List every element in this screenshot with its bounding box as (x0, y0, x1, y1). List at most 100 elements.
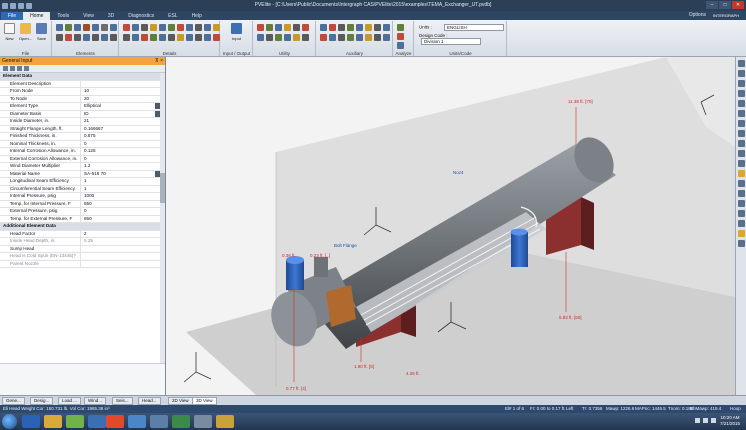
property-row[interactable]: Inside Diameter, in. 21 (0, 117, 161, 126)
design-code-dropdown[interactable]: Division 1 (421, 38, 481, 45)
view-rotate-icon[interactable] (738, 80, 745, 87)
explorer-icon[interactable] (44, 415, 62, 428)
media-icon[interactable] (66, 415, 84, 428)
weight-icon[interactable] (141, 24, 148, 31)
skirt-icon[interactable] (101, 24, 108, 31)
property-row[interactable]: Parent Nozzle (0, 260, 161, 269)
property-value[interactable]: 0.125 (80, 147, 161, 156)
view-back-icon[interactable] (738, 110, 745, 117)
tab-wind[interactable]: Wind... (84, 397, 107, 405)
property-row[interactable]: From Node 10 (0, 87, 161, 96)
property-value[interactable]: 1 (80, 177, 161, 186)
tab-help[interactable]: Help (185, 12, 209, 20)
aux-nozzle-icon[interactable] (320, 24, 327, 31)
aux-flange-icon[interactable] (329, 24, 336, 31)
move-icon[interactable] (101, 34, 108, 41)
property-row[interactable]: Sump Head (0, 245, 161, 254)
cylinder-icon[interactable] (56, 24, 63, 31)
view-right-icon[interactable] (738, 150, 745, 157)
units-dropdown[interactable]: ENGLISH (444, 24, 505, 31)
property-value[interactable]: 650 (80, 200, 161, 209)
view-pan-icon[interactable] (738, 70, 745, 77)
property-value[interactable]: 1 (80, 185, 161, 194)
property-value[interactable]: 0 (80, 155, 161, 164)
tab-2d-view[interactable]: 2D View (168, 397, 193, 405)
save-button[interactable]: Save (34, 23, 49, 47)
force-icon[interactable] (123, 34, 130, 41)
body-flange-icon[interactable] (92, 24, 99, 31)
delete-icon[interactable] (65, 34, 72, 41)
aux-base-icon[interactable] (365, 24, 372, 31)
property-value[interactable]: 21 (80, 117, 161, 126)
detail-move-icon[interactable] (204, 34, 211, 41)
tab-esl[interactable]: ESL (161, 12, 184, 20)
vessel-3d-model[interactable]: 11.38 ft. [70] Noz4 Bolt Flange 0.23 ft.… (166, 57, 735, 395)
insulation-icon[interactable] (204, 24, 211, 31)
aux-ring-icon[interactable] (365, 34, 372, 41)
output-icon[interactable] (397, 42, 404, 49)
platform-icon[interactable] (150, 24, 157, 31)
property-row[interactable]: Head is Cold Spun (EN-13445)? (0, 252, 161, 261)
tab-load[interactable]: Load ... (58, 397, 82, 405)
minimize-button[interactable]: – (706, 1, 718, 9)
close-button[interactable]: ✕ (732, 1, 744, 9)
tab-head[interactable]: Head... (138, 397, 161, 405)
aux-leg-icon[interactable] (374, 24, 381, 31)
insert-icon[interactable] (56, 34, 63, 41)
property-value[interactable]: 1000 (80, 192, 161, 201)
property-row[interactable]: Head Factor 2 (0, 230, 161, 239)
view-print-icon[interactable] (738, 240, 745, 247)
tab-file[interactable]: File (1, 12, 24, 20)
halfpipe-icon[interactable] (132, 34, 139, 41)
network-icon[interactable] (128, 415, 146, 428)
tab-general-input[interactable]: Gene... (2, 397, 25, 405)
aux-thick-icon[interactable] (347, 34, 354, 41)
detail-delete-icon[interactable] (186, 34, 193, 41)
view-wire-icon[interactable] (738, 180, 745, 187)
panel-prev-icon[interactable] (10, 66, 15, 71)
property-value[interactable]: Elliptical (80, 102, 161, 111)
chrome-icon[interactable] (106, 415, 124, 428)
report-icon[interactable] (293, 24, 300, 31)
pvelite-taskbar-icon[interactable] (216, 415, 234, 428)
start-button[interactable] (2, 414, 17, 429)
flip-icon[interactable] (83, 34, 90, 41)
view-lock-icon[interactable] (738, 230, 745, 237)
options-menu[interactable]: Options (689, 12, 706, 18)
view-hidden-icon[interactable] (738, 200, 745, 207)
lining-icon[interactable] (213, 24, 220, 31)
tab-3d-view[interactable]: 3D View (192, 397, 217, 405)
tab-3d[interactable]: 3D (101, 12, 121, 20)
detail-edit-icon[interactable] (177, 34, 184, 41)
calc-icon[interactable] (257, 24, 264, 31)
ie-icon[interactable] (22, 415, 40, 428)
view-shade-icon[interactable] (738, 190, 745, 197)
aux-lug-icon[interactable] (383, 24, 390, 31)
analyze-icon[interactable] (397, 24, 404, 31)
property-row[interactable]: Internal Pressure, psig 1000 (0, 192, 161, 201)
panel-pin-close-icon[interactable]: ⊼ × (155, 57, 163, 65)
view-left-icon[interactable] (738, 140, 745, 147)
panel-scrollbar[interactable] (160, 73, 165, 395)
property-value[interactable] (80, 260, 161, 269)
tab-diagnostics[interactable]: Diagnostics (121, 12, 161, 20)
property-row[interactable]: Material Name SA-516 70 (0, 170, 161, 179)
list-icon[interactable] (110, 34, 117, 41)
detail-check-icon[interactable] (213, 34, 220, 41)
expansion-icon[interactable] (159, 34, 166, 41)
nozzle-icon[interactable] (132, 24, 139, 31)
open-button[interactable]: Open... (18, 23, 33, 47)
tools-icon[interactable] (302, 34, 309, 41)
property-row[interactable]: Element Type Elliptical (0, 102, 161, 111)
tray-icon[interactable] (195, 24, 202, 31)
material-icon[interactable] (284, 24, 291, 31)
property-row[interactable]: Finished Thickness, in. 0.875 (0, 132, 161, 141)
scrollbar-thumb[interactable] (160, 173, 165, 203)
property-row[interactable]: Nominal Thickness, in. 0 (0, 140, 161, 149)
aux-more-icon[interactable] (383, 34, 390, 41)
split-icon[interactable] (74, 34, 81, 41)
property-value[interactable]: 0.875 (80, 132, 161, 141)
import-icon[interactable] (293, 34, 300, 41)
aux-rect-icon[interactable] (356, 34, 363, 41)
property-value[interactable]: 2 (80, 230, 161, 239)
